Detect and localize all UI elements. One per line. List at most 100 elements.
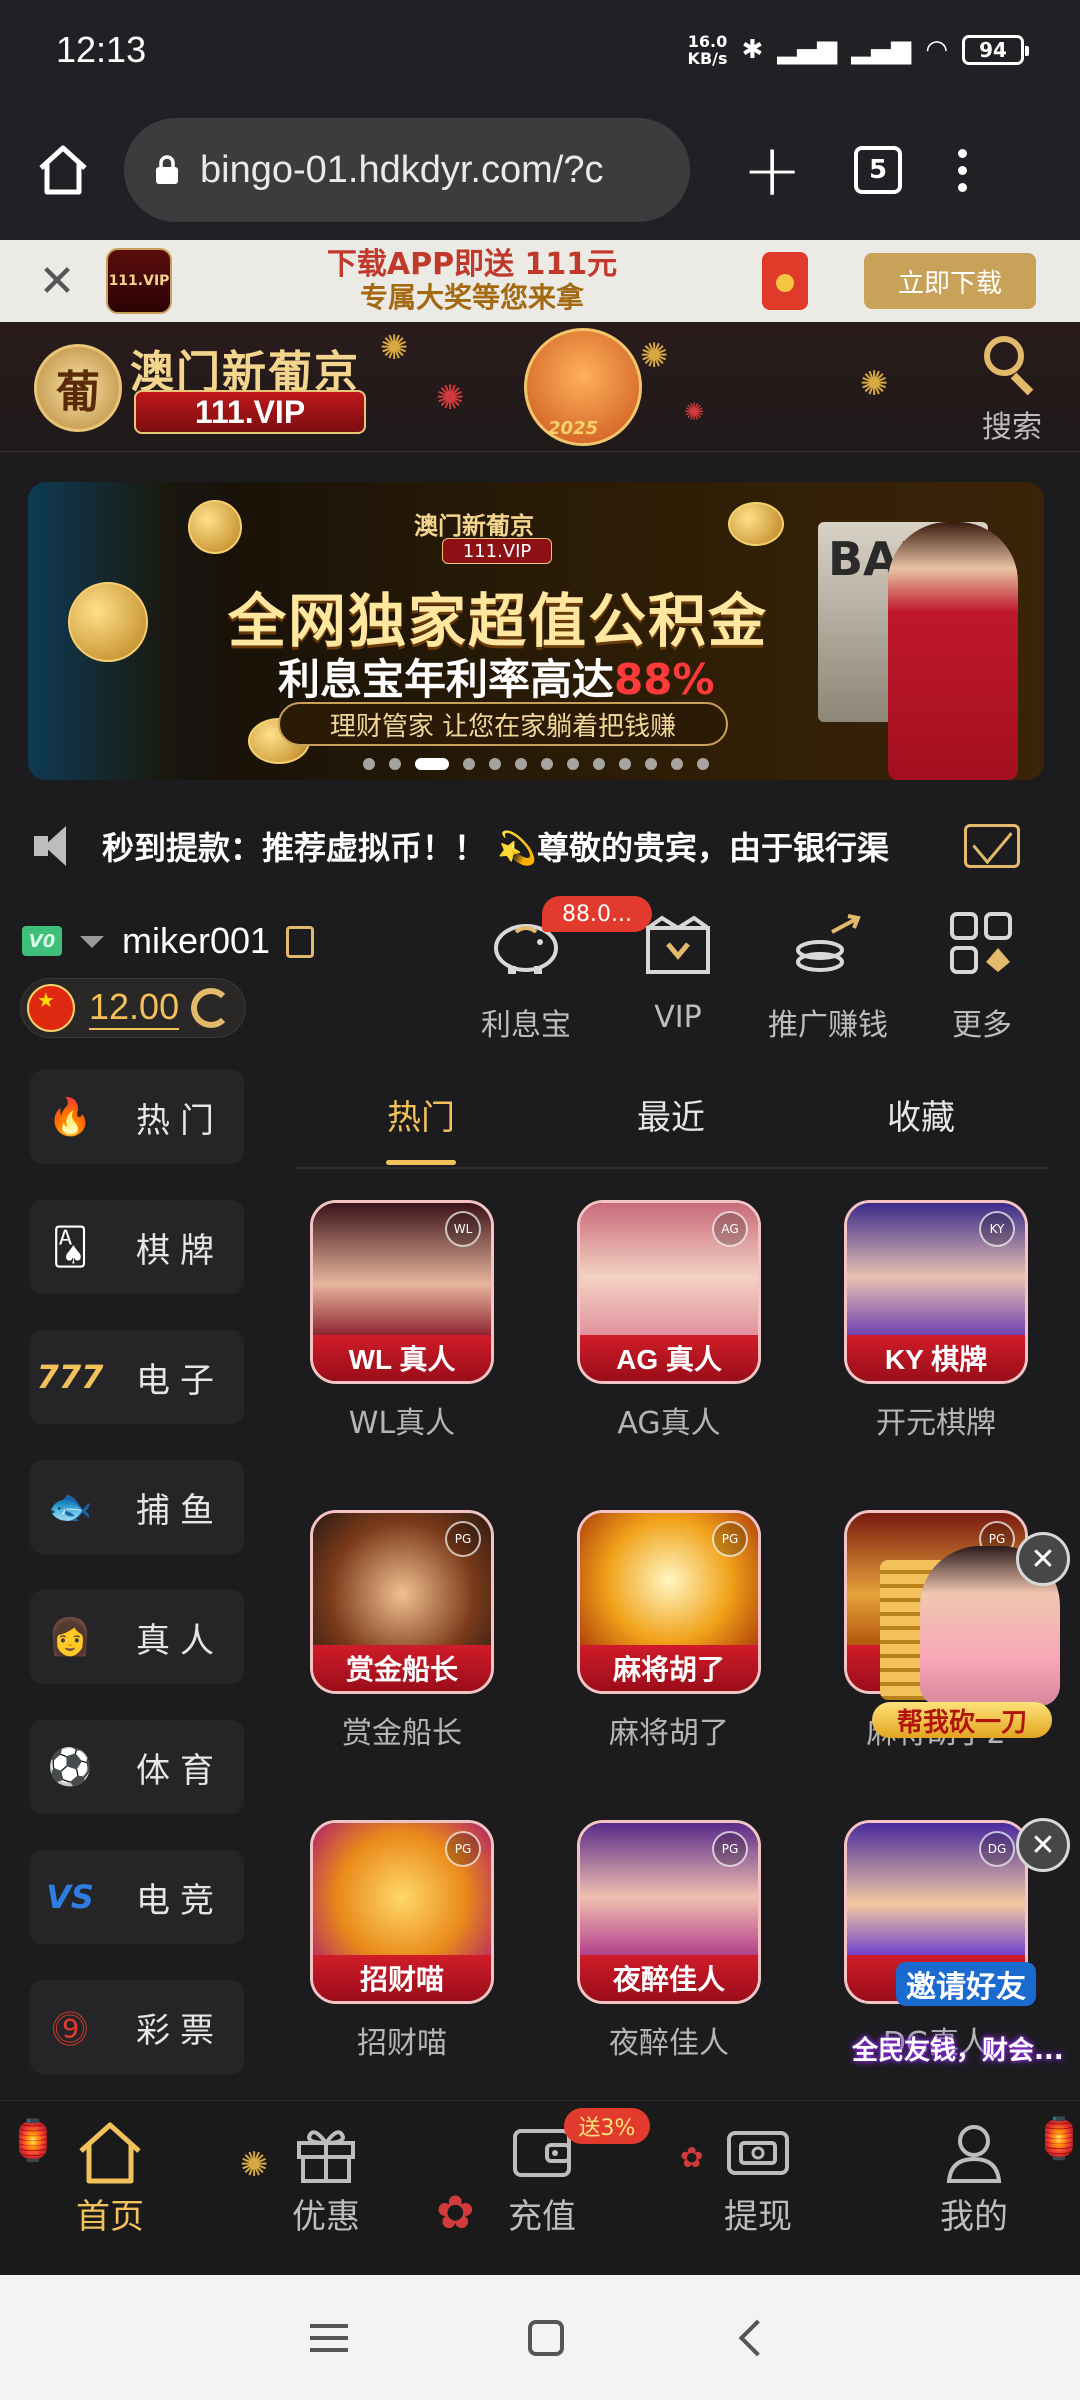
withdraw-ticket-icon (723, 2119, 793, 2185)
firework-icon: ✺ (860, 364, 889, 404)
firework-icon: ✺ (380, 328, 409, 368)
soccer-ball-icon: ⚽ (47, 1747, 93, 1788)
system-back-button[interactable] (738, 2319, 776, 2356)
download-promo-text: 下载APP即送 111元 专属大奖等您来拿 (326, 247, 618, 314)
sidebar-item-live[interactable]: 👩 真人 (30, 1590, 244, 1684)
carousel-dot[interactable] (645, 758, 657, 770)
new-tab-button[interactable]: + (742, 134, 802, 206)
carousel-dot[interactable] (515, 758, 527, 770)
promo-rate: 利息宝年利率高达88% (278, 655, 715, 704)
firework-icon: ✺ (684, 398, 705, 426)
tab-hot[interactable]: 热门 (346, 1090, 496, 1139)
game-card[interactable]: PG 赏金船长 赏金船长 (310, 1510, 494, 1752)
address-bar[interactable]: bingo-01.hdkdyr.com/?c (124, 118, 690, 222)
game-card[interactable]: PG 夜醉佳人 夜醉佳人 (577, 1820, 761, 2062)
system-navigation-bar (0, 2275, 1080, 2400)
active-tab-indicator (386, 1160, 456, 1165)
game-card[interactable]: AG AG 真人 AG真人 (577, 1200, 761, 1442)
copy-icon[interactable] (286, 926, 314, 958)
sidebar-item-slots[interactable]: 777 电子 (30, 1330, 244, 1424)
nav-promotions[interactable]: 优惠 (246, 2119, 406, 2238)
app-icon: 111.VIP (106, 248, 172, 314)
profile-icon (939, 2119, 1009, 2185)
floating-bargain-label[interactable]: 帮我砍一刀 (872, 1702, 1052, 1738)
close-icon[interactable]: ✕ (22, 256, 92, 307)
quick-action-promote[interactable]: 推广赚钱 (758, 910, 898, 1044)
sidebar-item-lottery[interactable]: ⓽ 彩票 (30, 1980, 244, 2074)
game-card[interactable]: KY KY 棋牌 开元棋牌 (844, 1200, 1028, 1442)
browser-home-button[interactable] (28, 135, 98, 205)
carousel-dot[interactable] (671, 758, 683, 770)
speaker-icon (34, 824, 78, 868)
game-card[interactable]: DGD DG真人 (844, 1820, 1028, 2062)
tab-switcher-button[interactable]: 5 (854, 146, 902, 194)
search-icon[interactable] (984, 336, 1024, 376)
carousel-dot[interactable] (363, 758, 375, 770)
clock: 12:13 (56, 29, 147, 70)
download-now-button[interactable]: 立即下载 (864, 253, 1036, 309)
refresh-icon[interactable] (191, 988, 232, 1028)
signal-2-icon: ▂▄▆ (851, 35, 912, 65)
promo-carousel[interactable]: 澳门新葡京 111.VIP 全网独家超值公积金 利息宝年利率高达88% 理财管家… (28, 482, 1044, 780)
game-card[interactable]: PG 麻将胡了 麻将胡了 (577, 1510, 761, 1752)
status-bar: 12:13 16.0 KB/s ✱ ▂▄▆ ▂▄▆ ◠ 94 (0, 0, 1080, 100)
carousel-dot[interactable] (619, 758, 631, 770)
coin-icon (728, 502, 784, 546)
announcement-bar: 秒到提款：推荐虚拟币！！ 💫尊敬的贵宾，由于银行渠 (0, 800, 1080, 892)
plus-icon: + (742, 128, 803, 212)
recent-apps-button[interactable] (310, 2323, 348, 2352)
close-icon[interactable]: ✕ (1016, 1532, 1070, 1586)
quick-action-vip[interactable]: VIP (608, 910, 748, 1035)
slot-777-icon: 777 (36, 1358, 104, 1396)
firework-icon: ✺ (436, 378, 465, 418)
china-flag-icon (27, 984, 75, 1032)
floating-invite-subtitle: 全民友钱，财会... (852, 2036, 1064, 2066)
carousel-dot[interactable] (389, 758, 401, 770)
game-card[interactable]: WL WL 真人 WL真人 (310, 1200, 494, 1442)
url-text: bingo-01.hdkdyr.com/?c (200, 148, 604, 191)
carousel-dot[interactable] (593, 758, 605, 770)
fish-icon: 🐟 (47, 1487, 93, 1528)
floating-invite-label[interactable]: 邀请好友 (896, 1962, 1036, 2006)
mail-icon[interactable] (964, 824, 1020, 868)
network-speed: 16.0 KB/s (687, 32, 728, 68)
promo-brand-vip: 111.VIP (442, 538, 552, 564)
nav-withdraw[interactable]: 提现 (678, 2119, 838, 2238)
carousel-dot[interactable] (697, 758, 709, 770)
tab-favorites[interactable]: 收藏 (846, 1090, 996, 1139)
cards-icon: 🂡 (51, 1226, 89, 1268)
sidebar-item-esports[interactable]: VS 电竞 (30, 1850, 244, 1944)
nav-home[interactable]: 首页 (30, 2119, 190, 2238)
search-label[interactable]: 搜索 (982, 402, 1042, 446)
balance-pill: 12.00 (20, 978, 246, 1038)
sidebar-item-sports[interactable]: ⚽ 体育 (30, 1720, 244, 1814)
site-header: 葡 澳门新葡京 111.VIP ✺ ✺ 2025 ✺ ✺ ✺ 搜索 (0, 322, 1080, 452)
sidebar-item-fishing[interactable]: 🐟 捕鱼 (30, 1460, 244, 1554)
username: miker001 (122, 920, 271, 961)
deposit-bonus-badge: 送3% (564, 2108, 650, 2144)
browser-menu-button[interactable] (958, 148, 967, 192)
live-dealer-icon: 👩 (47, 1617, 93, 1658)
game-card[interactable]: PG 招财喵 招财喵 (310, 1820, 494, 2062)
close-icon[interactable]: ✕ (1016, 1818, 1070, 1872)
sidebar-item-cards[interactable]: 🂡 棋牌 (30, 1200, 244, 1294)
home-icon (39, 145, 87, 195)
carousel-dot[interactable] (489, 758, 501, 770)
tab-divider (296, 1167, 1048, 1169)
wifi-icon: ◠ (925, 35, 948, 65)
tab-recent[interactable]: 最近 (596, 1090, 746, 1139)
nav-profile[interactable]: 我的 (894, 2119, 1054, 2238)
carousel-dot[interactable] (541, 758, 553, 770)
announcement-text[interactable]: 秒到提款：推荐虚拟币！！ 💫尊敬的贵宾，由于银行渠 (102, 823, 952, 869)
balance-amount: 12.00 (89, 986, 180, 1030)
grid-more-icon (942, 910, 1022, 976)
carousel-dot[interactable] (567, 758, 579, 770)
quick-action-more[interactable]: 更多 (912, 910, 1052, 1044)
chevron-down-icon[interactable] (80, 936, 104, 948)
system-home-button[interactable] (528, 2319, 564, 2356)
carousel-dot[interactable] (415, 758, 449, 770)
carousel-dot[interactable] (463, 758, 475, 770)
brand-logo-icon[interactable]: 葡 (34, 344, 122, 432)
lock-icon (156, 155, 178, 184)
sidebar-item-hot[interactable]: 🔥 热门 (30, 1070, 244, 1164)
